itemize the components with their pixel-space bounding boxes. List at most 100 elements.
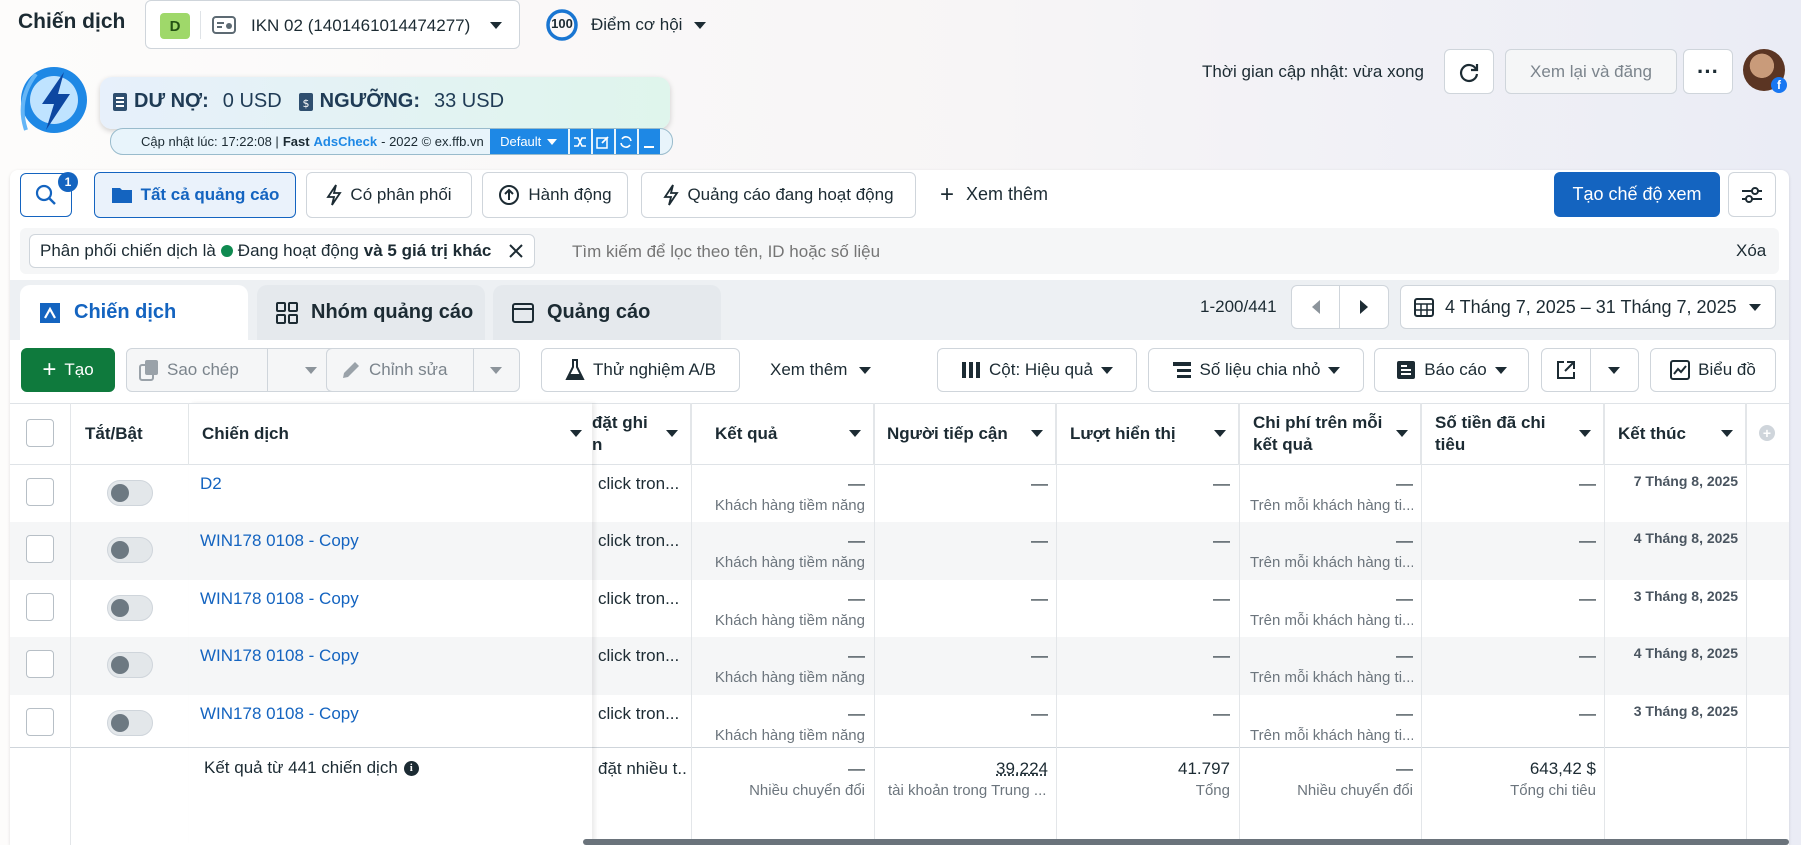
refresh-button[interactable] xyxy=(1444,49,1494,94)
opportunity-score[interactable]: 100 Điểm cơ hội xyxy=(545,8,725,42)
summary-reach-sub: tài khoản trong Trung ... xyxy=(888,782,1047,799)
more-actions-dropdown[interactable]: Xem thêm xyxy=(770,360,872,380)
row-cpr: — xyxy=(1396,531,1413,550)
export-button[interactable] xyxy=(1541,348,1639,392)
row-bid: click tron... xyxy=(598,474,680,493)
review-publish-button[interactable]: Xem lại và đăng xyxy=(1505,49,1677,94)
column-header-amount-spent[interactable]: Số tiền đã chi tiêu xyxy=(1425,403,1604,465)
column-header-reach[interactable]: Người tiếp cận xyxy=(877,403,1056,465)
sync-icon[interactable] xyxy=(615,129,637,154)
chart-button[interactable]: Biểu đồ xyxy=(1650,348,1776,392)
chevron-down-icon xyxy=(1579,430,1591,437)
column-header-toggle[interactable]: Tắt/Bật xyxy=(75,403,189,465)
row-reach: — xyxy=(1031,531,1048,550)
row-results: — xyxy=(848,704,865,723)
row-toggle[interactable] xyxy=(107,595,153,621)
column-header-cost-per-result[interactable]: Chi phí trên mỗi kết quả xyxy=(1243,403,1421,465)
row-results-sub: Khách hàng tiềm năng xyxy=(714,727,865,744)
see-more-views[interactable]: + Xem thêm xyxy=(940,182,1049,206)
edit-button[interactable]: Chỉnh sửa xyxy=(326,348,520,392)
next-page-button[interactable] xyxy=(1340,286,1388,328)
create-view-button[interactable]: Tạo chế độ xem xyxy=(1554,172,1720,217)
clear-filters-button[interactable]: Xóa xyxy=(1736,241,1766,261)
profile-dropdown[interactable]: Default xyxy=(489,129,568,154)
row-end-date: 7 Tháng 8, 2025 xyxy=(1633,473,1738,489)
row-spent: — xyxy=(1579,474,1596,493)
row-bid: click tron... xyxy=(598,646,680,665)
date-range-picker[interactable]: 4 Tháng 7, 2025 – 31 Tháng 7, 2025 xyxy=(1400,285,1776,329)
pinned-column: Chiến dịch D2 WIN178 0108 - Copy WIN178 … xyxy=(189,403,592,845)
row-toggle[interactable] xyxy=(107,480,153,506)
settings-sliders-button[interactable] xyxy=(1728,172,1776,217)
campaign-name-link[interactable]: WIN178 0108 - Copy xyxy=(200,645,359,667)
extension-logo xyxy=(16,60,94,140)
column-header-impressions[interactable]: Lượt hiển thị xyxy=(1060,403,1239,465)
filter-chip-more: và 5 giá trị khác xyxy=(363,241,492,260)
close-icon[interactable] xyxy=(508,243,524,259)
tab-active-ads[interactable]: Quảng cáo đang hoạt động xyxy=(641,172,916,218)
minimize-icon[interactable] xyxy=(638,129,660,154)
row-reach: — xyxy=(1031,474,1048,493)
row-toggle[interactable] xyxy=(107,652,153,678)
shuffle-icon[interactable] xyxy=(569,129,591,154)
tab-actions[interactable]: Hành động xyxy=(482,172,628,218)
breakdown-dropdown[interactable]: Số liệu chia nhỏ xyxy=(1148,348,1364,392)
tab-campaigns[interactable]: Chiến dịch xyxy=(20,285,248,340)
breakdown-label: Số liệu chia nhỏ xyxy=(1199,360,1321,379)
create-button[interactable]: + Tạo xyxy=(21,348,115,392)
row-results-sub: Khách hàng tiềm năng xyxy=(714,612,865,629)
see-more-label: Xem thêm xyxy=(966,184,1049,204)
row-checkbox[interactable] xyxy=(26,593,54,621)
column-header-bid[interactable]: đặt ghi n xyxy=(592,403,691,465)
status-dot-icon xyxy=(220,245,233,257)
row-toggle[interactable] xyxy=(107,710,153,736)
more-options-button[interactable]: ··· xyxy=(1683,49,1733,94)
column-header-end[interactable]: Kết thúc xyxy=(1608,403,1746,465)
ellipsis-icon: ··· xyxy=(1697,58,1719,84)
campaign-name-link[interactable]: D2 xyxy=(200,473,222,495)
avatar[interactable]: f xyxy=(1743,49,1787,93)
campaign-name-link[interactable]: WIN178 0108 - Copy xyxy=(200,703,359,725)
copy-icon xyxy=(139,359,159,381)
header-impressions-label: Lượt hiển thị xyxy=(1070,424,1176,443)
reports-dropdown[interactable]: Báo cáo xyxy=(1374,348,1529,392)
ab-test-button[interactable]: Thử nghiệm A/B xyxy=(541,348,740,392)
prev-page-button[interactable] xyxy=(1292,286,1341,328)
tab-ad-sets[interactable]: Nhóm quảng cáo xyxy=(257,285,485,340)
row-checkbox[interactable] xyxy=(26,708,54,736)
tab-ads[interactable]: Quảng cáo xyxy=(493,285,721,340)
campaign-name-link[interactable]: WIN178 0108 - Copy xyxy=(200,530,359,552)
header-bid-line2: n xyxy=(592,435,603,454)
row-spent: — xyxy=(1579,646,1596,665)
horizontal-scrollbar[interactable] xyxy=(583,839,1789,845)
row-results: — xyxy=(848,589,865,608)
campaign-name-link[interactable]: WIN178 0108 - Copy xyxy=(200,588,359,610)
calendar-icon xyxy=(1413,296,1435,318)
edit-icon[interactable] xyxy=(592,129,614,154)
tab-all-ads[interactable]: Tất cả quảng cáo xyxy=(94,172,296,218)
row-toggle[interactable] xyxy=(107,537,153,563)
row-checkbox[interactable] xyxy=(26,478,54,506)
account-selector[interactable]: D IKN 02 (1401461014474277) xyxy=(145,0,520,49)
select-all-checkbox[interactable] xyxy=(26,419,54,447)
copy-button[interactable]: Sao chép xyxy=(126,348,356,392)
info-icon[interactable]: i xyxy=(403,760,419,776)
row-checkbox[interactable] xyxy=(26,535,54,563)
tab-delivering[interactable]: Có phân phối xyxy=(306,172,472,218)
search-button[interactable]: 1 xyxy=(20,172,78,217)
summary-reach[interactable]: 39.224 xyxy=(880,758,1048,780)
account-name: IKN 02 (1401461014474277) xyxy=(251,16,471,35)
row-end-date: 3 Tháng 8, 2025 xyxy=(1633,703,1738,719)
row-impressions: — xyxy=(1213,704,1230,723)
row-checkbox[interactable] xyxy=(26,650,54,678)
column-header-campaign[interactable]: Chiến dịch xyxy=(189,403,592,465)
filter-search-input[interactable] xyxy=(572,236,1672,268)
breakdown-icon xyxy=(1172,360,1192,380)
summary-impressions: 41.797 xyxy=(1178,759,1230,778)
columns-dropdown[interactable]: Cột: Hiệu quả xyxy=(937,348,1137,392)
column-header-results[interactable]: Kết quả xyxy=(705,403,874,465)
brand-adscheck: AdsCheck xyxy=(313,134,378,149)
filter-chip[interactable]: Phân phối chiến dịch là Đang hoạt động v… xyxy=(29,234,536,268)
create-label: Tạo xyxy=(64,360,94,379)
add-column-icon[interactable]: + xyxy=(1759,425,1775,441)
